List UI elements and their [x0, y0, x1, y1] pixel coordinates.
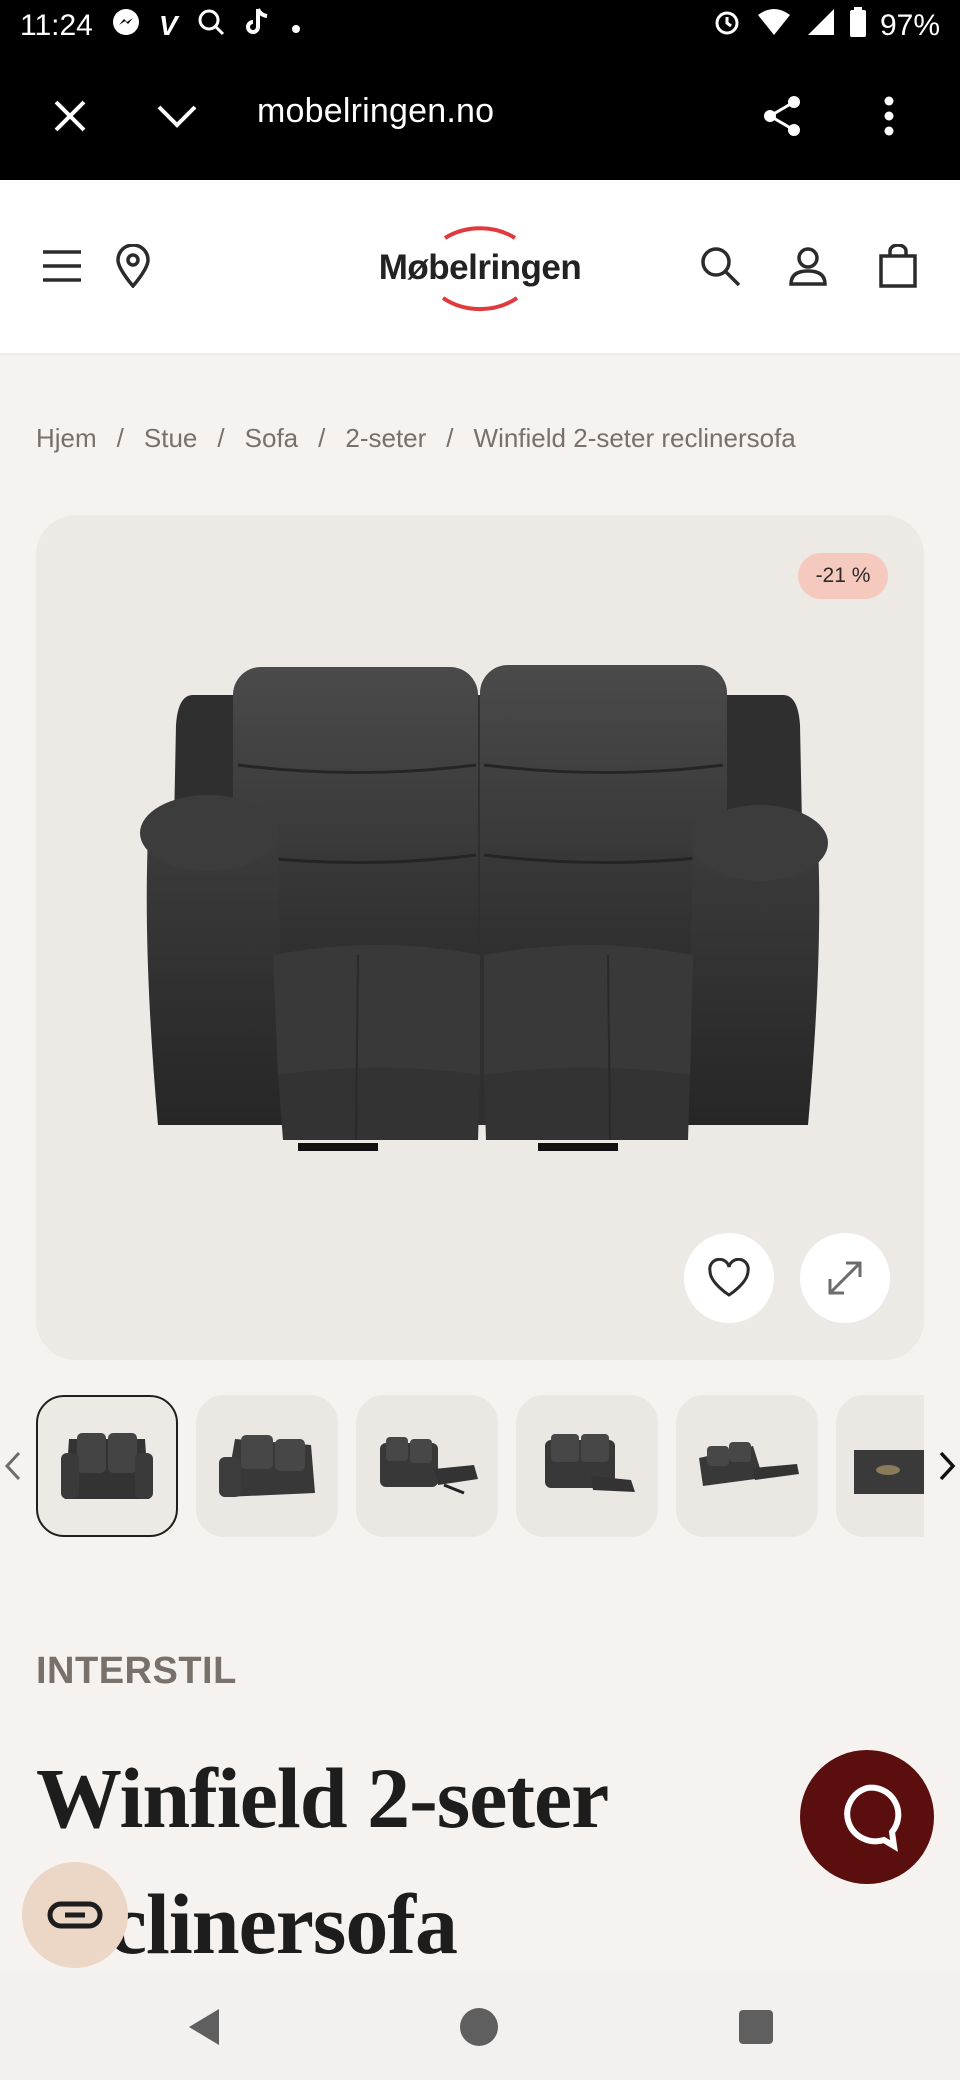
alarm-icon — [712, 7, 742, 45]
link-icon[interactable] — [22, 1862, 128, 1968]
status-time: 11:24 — [20, 9, 93, 42]
browser-toolbar: mobelringen.no — [0, 52, 960, 180]
breadcrumb-separator: / — [116, 422, 124, 453]
messenger-icon — [111, 7, 141, 45]
breadcrumb-item-2-seter[interactable]: 2-seter — [345, 423, 426, 454]
status-bar: 11:24 V 97% — [0, 0, 960, 52]
product-image-sofa[interactable] — [118, 655, 848, 1155]
site-header: Møbelringen — [0, 180, 960, 355]
heart-icon[interactable] — [684, 1233, 774, 1323]
system-navigation-bar — [0, 1972, 960, 2080]
product-title-line-1: Winfield 2-seter — [36, 1750, 609, 1846]
site-logo[interactable]: Møbelringen — [365, 210, 595, 325]
breadcrumb-separator: / — [318, 422, 326, 453]
discount-badge: -21 % — [798, 553, 888, 599]
breadcrumb-item-stue[interactable]: Stue — [144, 423, 198, 454]
logo-text: Møbelringen — [378, 247, 582, 287]
product-title-line-2: reclinersofa — [36, 1876, 458, 1972]
shopping-bag-icon[interactable] — [868, 236, 928, 296]
breadcrumb-item-home[interactable]: Hjem — [36, 423, 97, 454]
close-icon[interactable] — [38, 84, 102, 148]
more-vertical-icon[interactable] — [857, 84, 921, 148]
thumbnail-1[interactable] — [36, 1395, 178, 1537]
address-bar-url[interactable]: mobelringen.no — [257, 92, 494, 131]
user-icon[interactable] — [778, 236, 838, 296]
product-title: Winfield 2-seter reclinersofa — [36, 1735, 756, 1987]
signal-icon — [806, 7, 836, 45]
battery-percent: 97% — [879, 9, 940, 42]
thumbnail-2[interactable] — [196, 1395, 338, 1537]
breadcrumb-separator: / — [446, 422, 454, 453]
chevron-left-icon[interactable] — [4, 1450, 22, 1487]
breadcrumb-item-sofa[interactable]: Sofa — [245, 423, 299, 454]
recents-square-icon[interactable] — [731, 2002, 781, 2052]
breadcrumb-item-current: Winfield 2-seter reclinersofa — [473, 422, 796, 453]
thumbnail-strip — [0, 1395, 960, 1540]
thumbnail-4[interactable] — [516, 1395, 658, 1537]
product-image-gallery[interactable]: -21 % — [36, 515, 924, 1360]
dot-icon — [290, 9, 302, 43]
thumbnail-3[interactable] — [356, 1395, 498, 1537]
home-circle-icon[interactable] — [454, 2002, 504, 2052]
breadcrumb-separator: / — [217, 422, 225, 453]
v-app-icon: V — [158, 10, 178, 41]
share-icon[interactable] — [750, 84, 814, 148]
location-pin-icon[interactable] — [103, 236, 163, 296]
product-brand[interactable]: INTERSTIL — [36, 1650, 237, 1693]
chevron-right-icon[interactable] — [938, 1450, 956, 1487]
back-triangle-icon[interactable] — [178, 2002, 228, 2052]
search-icon[interactable] — [690, 236, 750, 296]
thumbnail-5[interactable] — [676, 1395, 818, 1537]
menu-icon[interactable] — [32, 236, 92, 296]
chat-bubble-icon[interactable] — [800, 1750, 934, 1884]
search-app-icon — [196, 7, 226, 45]
wifi-icon — [756, 7, 792, 45]
thumbnail-6[interactable] — [836, 1395, 924, 1537]
breadcrumb: Hjem / Stue / Sofa / 2-seter / Winfield … — [36, 420, 796, 456]
chevron-down-icon[interactable] — [145, 84, 209, 148]
expand-icon[interactable] — [800, 1233, 890, 1323]
tiktok-icon — [244, 7, 272, 45]
battery-icon — [849, 7, 866, 45]
